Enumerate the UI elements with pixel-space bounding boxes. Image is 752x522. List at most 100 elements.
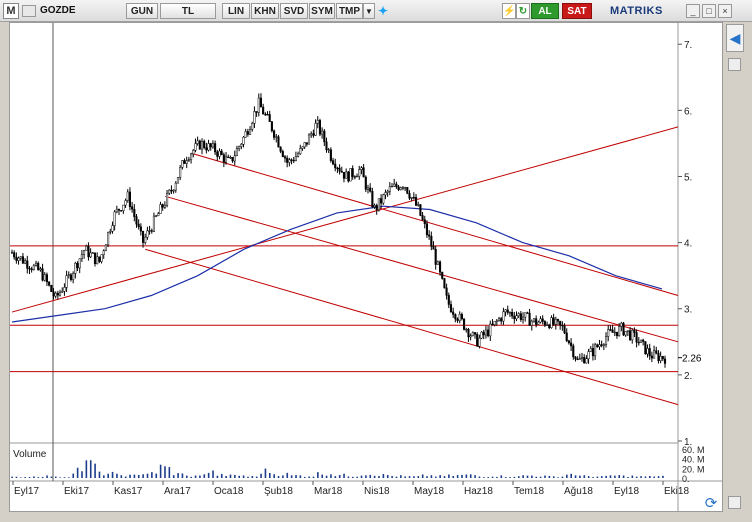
sym-button[interactable]: SYM xyxy=(309,3,335,19)
period-button[interactable]: GUN xyxy=(126,3,158,19)
volume-bar xyxy=(430,475,433,478)
volume-bar xyxy=(94,463,96,478)
volume-bar xyxy=(465,474,468,478)
x-tick-label: Eki17 xyxy=(64,486,89,497)
matriks-logo-icon[interactable]: M xyxy=(3,3,19,19)
twitter-icon[interactable]: ✦ xyxy=(376,3,390,19)
sync-icon[interactable]: ⟳ xyxy=(700,494,722,514)
close-button[interactable]: × xyxy=(718,4,732,18)
khn-button[interactable]: KHN xyxy=(251,3,279,19)
candle-body xyxy=(89,252,92,258)
dropdown-arrow-icon[interactable]: ▼ xyxy=(363,3,375,19)
volume-bar xyxy=(544,475,546,478)
candle-body xyxy=(565,332,568,342)
x-tick-label: Eyl17 xyxy=(14,486,39,497)
refresh-icon[interactable]: ↻ xyxy=(516,3,530,19)
volume-bar xyxy=(413,476,415,478)
candle-body xyxy=(410,197,413,199)
volume-bar xyxy=(216,475,219,478)
candle-body xyxy=(222,154,225,163)
candle-body xyxy=(574,356,577,360)
volume-bar xyxy=(142,474,144,478)
candle-body xyxy=(292,159,295,162)
candle-body xyxy=(266,114,269,116)
candle-body xyxy=(39,268,42,271)
candle-body xyxy=(87,245,90,258)
candle-body xyxy=(497,318,501,322)
candle-body xyxy=(113,211,116,226)
symbol-field[interactable]: GOZDE xyxy=(40,3,130,19)
volume-bar xyxy=(238,475,241,478)
candle-body xyxy=(480,331,483,339)
volume-bar xyxy=(312,476,315,478)
candle-body xyxy=(209,143,212,148)
candle-body xyxy=(439,261,442,273)
currency-button[interactable]: TL xyxy=(160,3,216,19)
candle-body xyxy=(331,160,335,165)
candle-body xyxy=(349,168,352,182)
svd-button[interactable]: SVD xyxy=(280,3,308,19)
buy-button[interactable]: AL xyxy=(531,3,559,19)
back-arrow-icon[interactable]: ◀ xyxy=(726,24,744,52)
candle-body xyxy=(600,344,603,346)
candle-body xyxy=(554,319,557,325)
candle-body xyxy=(421,215,424,220)
candle-body xyxy=(338,167,341,172)
candle-body xyxy=(224,156,228,163)
candle-body xyxy=(659,356,662,361)
volume-bar xyxy=(557,477,559,478)
candle-body xyxy=(408,193,411,199)
chart-area[interactable]: 7. 6. 5. 4. 3. 2. 1. 2.26 60. M 40. M 20. M 0. Volum… xyxy=(9,22,723,512)
candle-body xyxy=(661,356,664,360)
volume-bar xyxy=(260,473,262,478)
candle-body xyxy=(176,176,180,184)
candle-body xyxy=(393,183,396,187)
volume-bar xyxy=(116,473,118,478)
candle-body xyxy=(54,292,57,297)
volume-bar xyxy=(478,476,481,478)
volume-bar xyxy=(72,473,75,478)
volume-bar xyxy=(587,476,590,478)
candle-body xyxy=(85,245,88,251)
symbol-list-icon[interactable] xyxy=(22,5,36,17)
candle-body xyxy=(214,143,217,153)
candle-body xyxy=(166,192,169,206)
volume-bar xyxy=(365,475,367,478)
candle-body xyxy=(532,318,536,322)
candle-body xyxy=(399,187,402,190)
volume-bar xyxy=(596,476,599,478)
candle-body xyxy=(227,156,230,158)
candle-body xyxy=(48,281,51,286)
scroll-up-button[interactable] xyxy=(728,58,741,71)
volume-bar xyxy=(199,475,201,478)
candle-body xyxy=(362,167,365,178)
volume-bar xyxy=(469,474,472,478)
volume-bar xyxy=(657,476,660,478)
candle-body xyxy=(13,252,16,258)
volume-bar xyxy=(46,475,48,478)
volume-bar xyxy=(290,475,293,478)
scroll-down-button[interactable] xyxy=(728,496,741,509)
candle-body xyxy=(294,156,297,161)
candle-body xyxy=(548,324,551,329)
candle-body xyxy=(316,120,319,124)
candle-body xyxy=(251,123,254,130)
candle-body xyxy=(192,149,195,155)
last-price-label: 2.26 xyxy=(682,354,702,365)
volume-tick-label: 60. M xyxy=(682,445,705,455)
candle-body xyxy=(15,256,18,261)
candle-body xyxy=(495,320,498,322)
lin-button[interactable]: LIN xyxy=(222,3,250,19)
volume-bar xyxy=(212,470,214,478)
candle-body xyxy=(578,358,581,360)
tmp-button[interactable]: TMP xyxy=(336,3,363,19)
minimize-button[interactable]: _ xyxy=(686,4,700,18)
sell-button[interactable]: SAT xyxy=(562,3,592,19)
candle-body xyxy=(115,208,118,213)
price-chart[interactable]: 7.6.5.4.3.2.1.2.2660. M40. M20. M0.Volum… xyxy=(10,23,722,511)
maximize-button[interactable]: □ xyxy=(702,4,716,18)
volume-bar xyxy=(295,475,297,478)
candle-body xyxy=(323,130,326,143)
candle-body xyxy=(299,148,302,155)
lightning-icon[interactable]: ⚡ xyxy=(502,3,516,19)
